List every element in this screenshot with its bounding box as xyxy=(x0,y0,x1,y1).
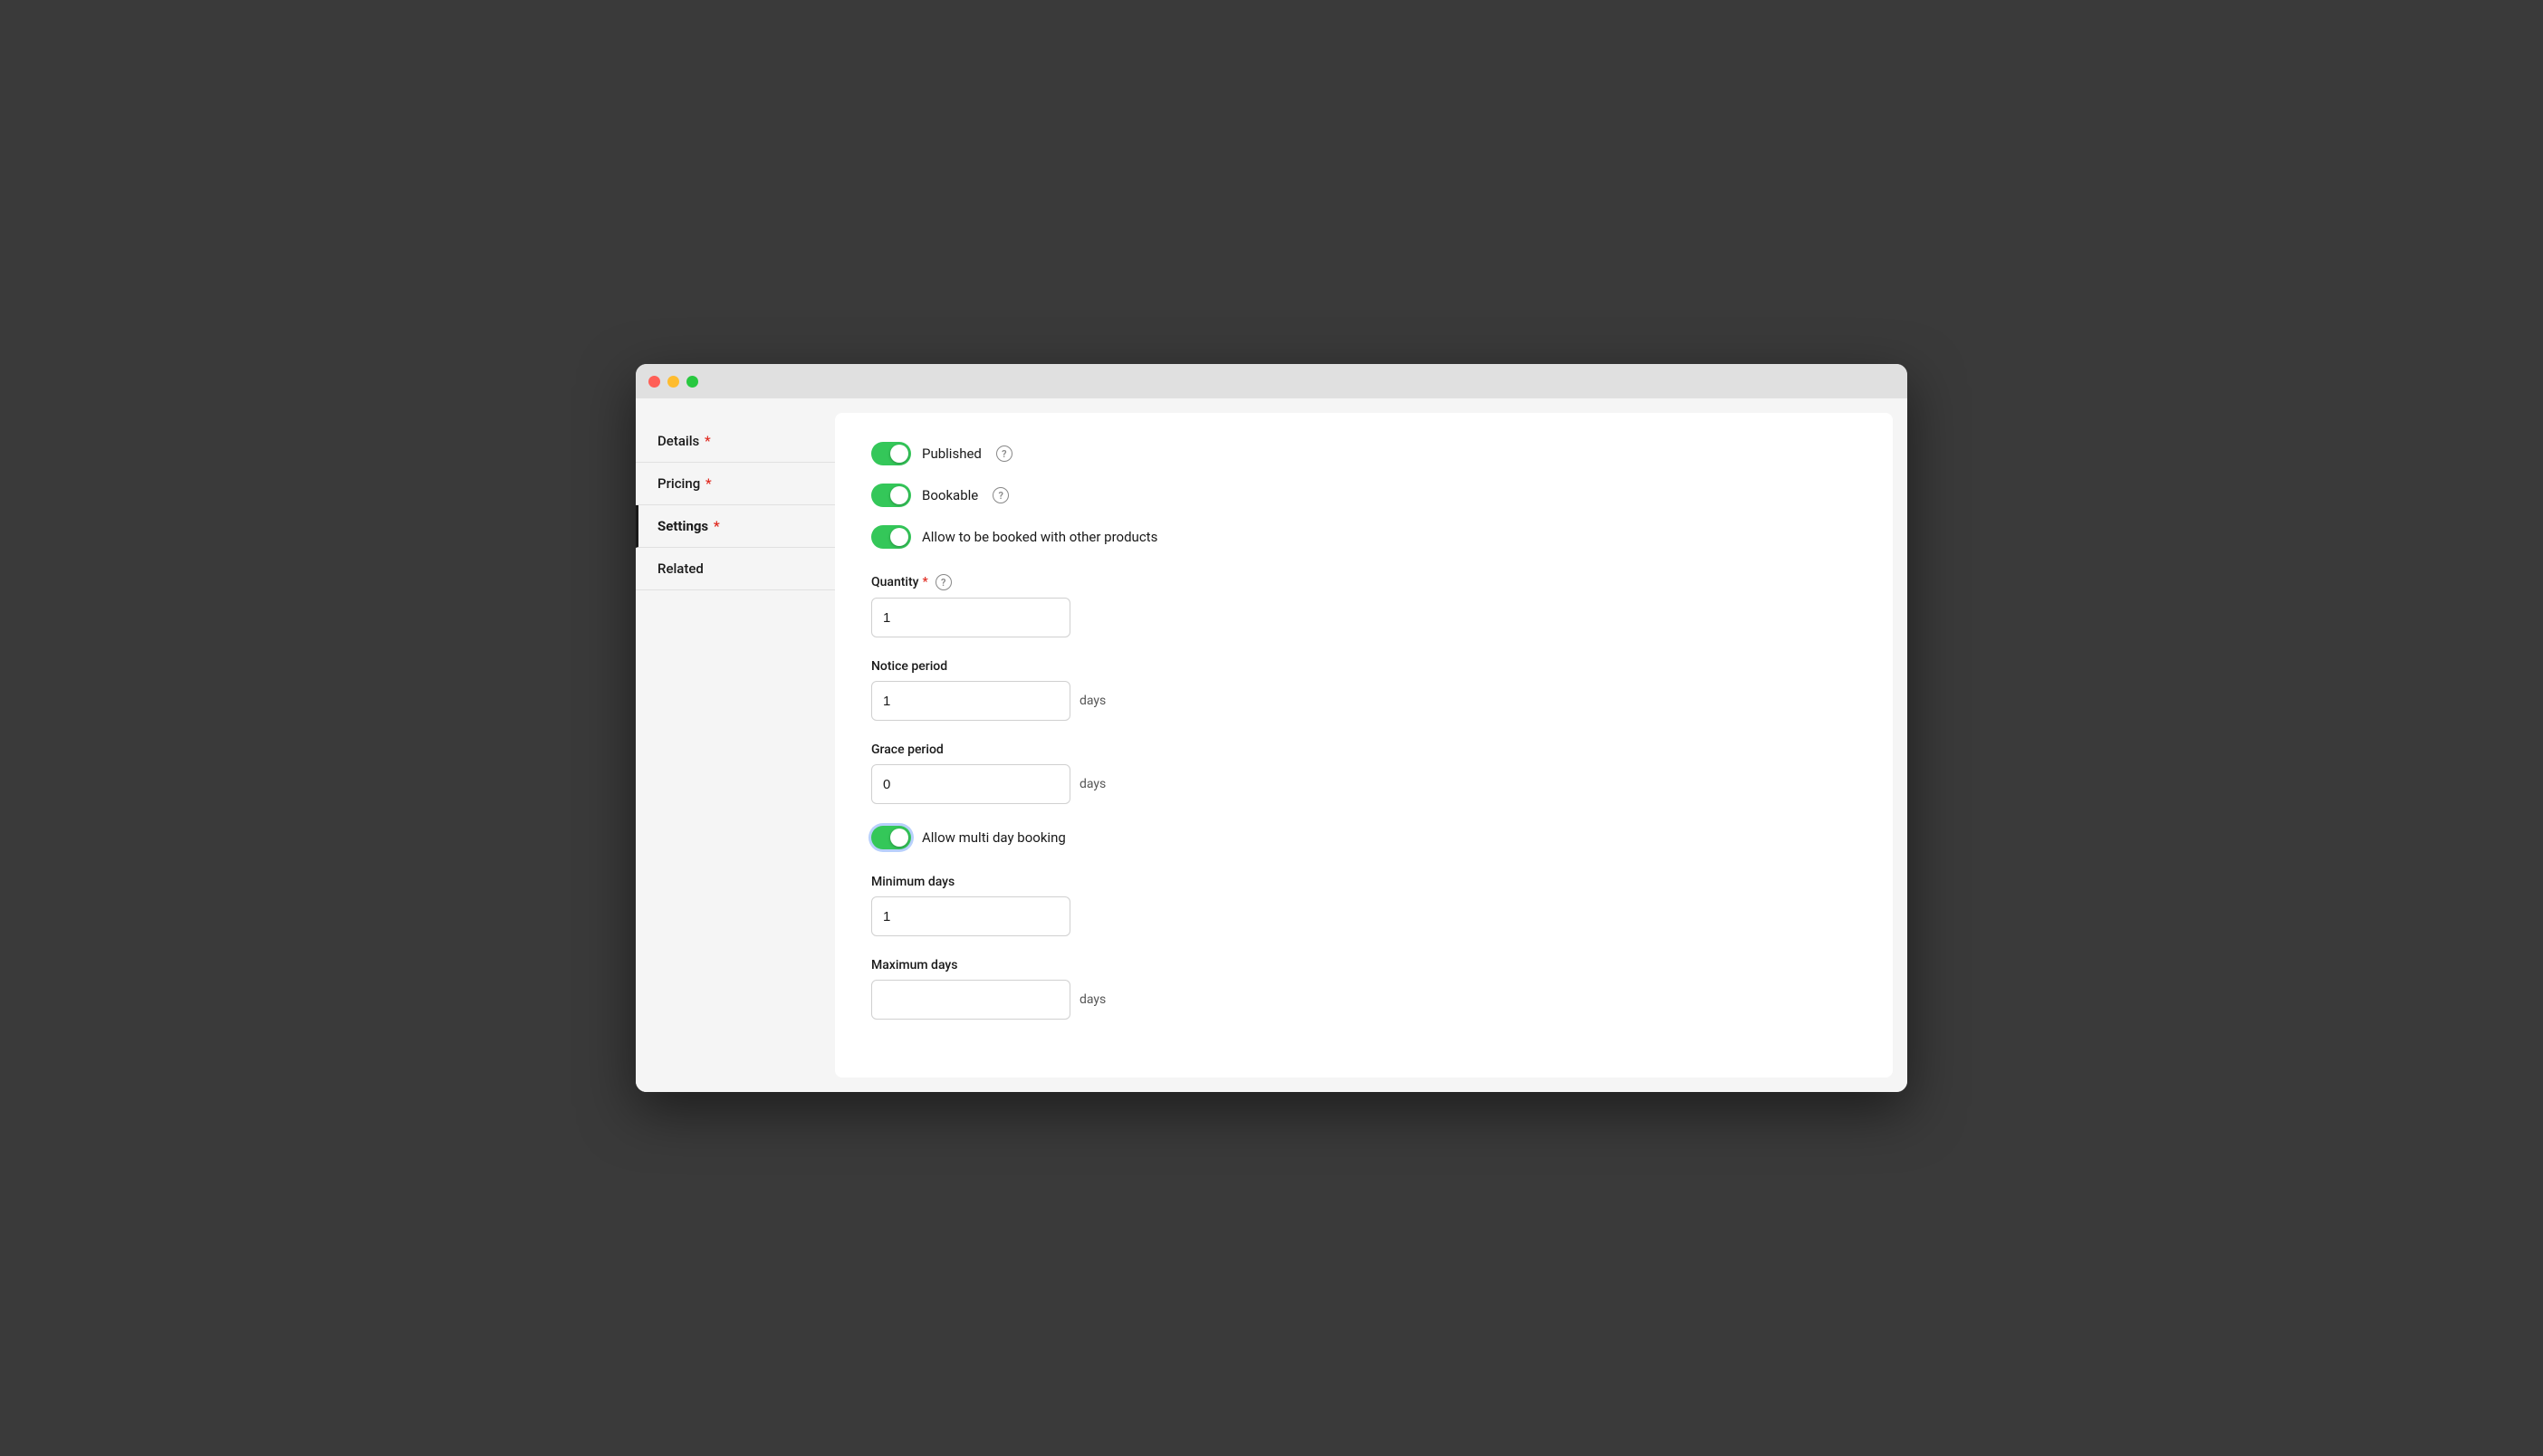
bookable-label: Bookable xyxy=(922,487,978,503)
minimize-button[interactable] xyxy=(667,376,679,388)
maximum-days-label: Maximum days xyxy=(871,958,1857,972)
main-content: Published ? Bookable ? xyxy=(835,413,1893,1078)
sidebar-item-pricing[interactable]: Pricing * xyxy=(636,463,835,505)
app-window: Details * Pricing * Settings * Related xyxy=(636,364,1907,1092)
sidebar-item-details[interactable]: Details * xyxy=(636,420,835,463)
grace-period-input[interactable] xyxy=(871,764,1070,804)
minimum-days-label: Minimum days xyxy=(871,875,1857,889)
multiday-label: Allow multi day booking xyxy=(922,829,1066,846)
grace-period-label: Grace period xyxy=(871,742,1857,757)
quantity-label: Quantity * ? xyxy=(871,574,1857,590)
minimum-days-field-group: Minimum days xyxy=(871,875,1857,936)
notice-period-label: Notice period xyxy=(871,659,1857,674)
content-area: Details * Pricing * Settings * Related xyxy=(636,398,1907,1092)
titlebar xyxy=(636,364,1907,398)
published-help-icon[interactable]: ? xyxy=(996,445,1012,462)
quantity-field-group: Quantity * ? xyxy=(871,574,1857,637)
sidebar-item-related[interactable]: Related xyxy=(636,548,835,590)
maximum-days-field-group: Maximum days days xyxy=(871,958,1857,1020)
notice-period-suffix: days xyxy=(1080,694,1106,708)
grace-period-suffix: days xyxy=(1080,777,1106,791)
sidebar-item-settings[interactable]: Settings * xyxy=(636,505,835,548)
close-button[interactable] xyxy=(648,376,660,388)
multiday-toggle-row: Allow multi day booking xyxy=(871,826,1857,849)
multiday-toggle[interactable] xyxy=(871,826,911,849)
bookable-toggle[interactable] xyxy=(871,484,911,507)
notice-period-field-group: Notice period days xyxy=(871,659,1857,721)
quantity-help-icon[interactable]: ? xyxy=(936,574,952,590)
quantity-input[interactable] xyxy=(871,598,1070,637)
allow-other-label: Allow to be booked with other products xyxy=(922,529,1157,545)
bookable-help-icon[interactable]: ? xyxy=(993,487,1009,503)
allow-other-toggle-row: Allow to be booked with other products xyxy=(871,525,1857,549)
published-toggle[interactable] xyxy=(871,442,911,465)
allow-other-toggle[interactable] xyxy=(871,525,911,549)
published-toggle-row: Published ? xyxy=(871,442,1857,465)
maximum-days-suffix: days xyxy=(1080,992,1106,1007)
published-label: Published xyxy=(922,445,982,462)
maximize-button[interactable] xyxy=(686,376,698,388)
sidebar: Details * Pricing * Settings * Related xyxy=(636,398,835,1092)
grace-period-field-group: Grace period days xyxy=(871,742,1857,804)
maximum-days-input[interactable] xyxy=(871,980,1070,1020)
minimum-days-input[interactable] xyxy=(871,896,1070,936)
bookable-toggle-row: Bookable ? xyxy=(871,484,1857,507)
notice-period-input[interactable] xyxy=(871,681,1070,721)
